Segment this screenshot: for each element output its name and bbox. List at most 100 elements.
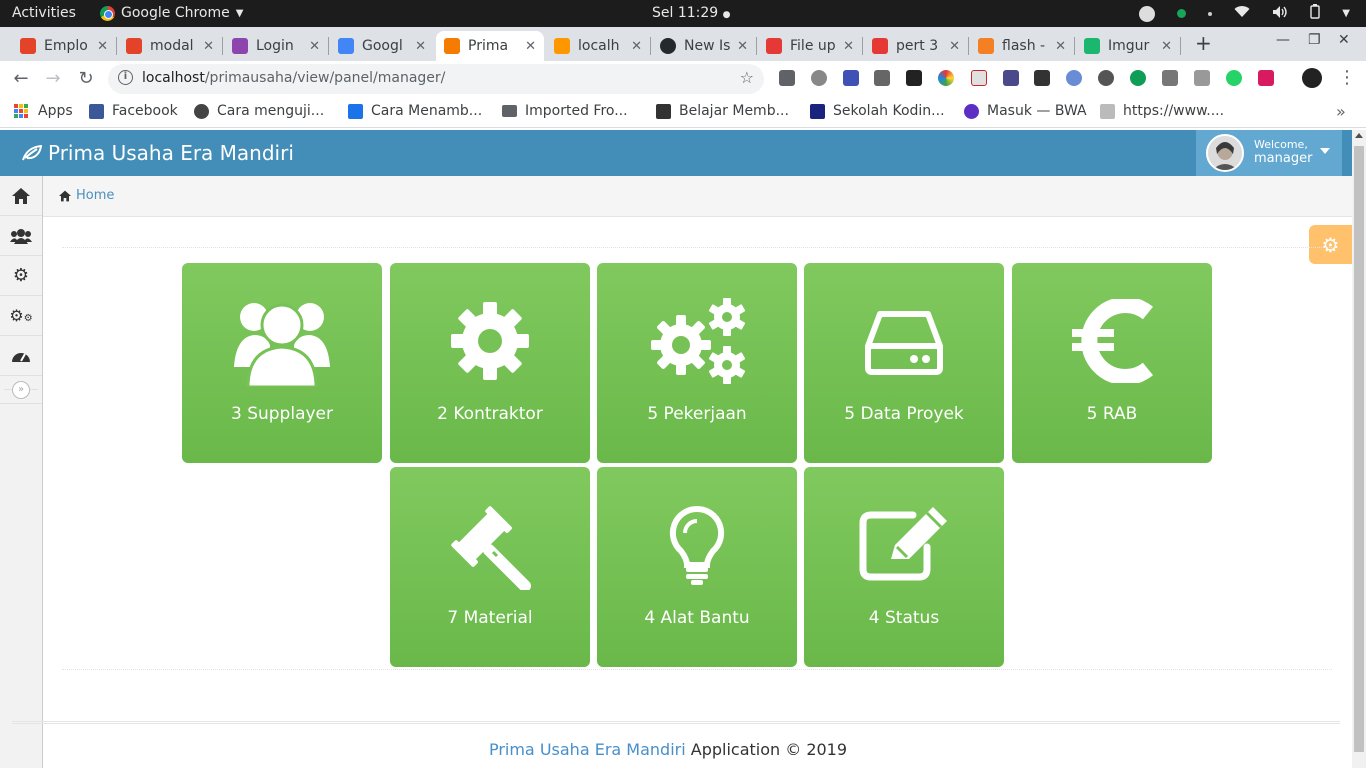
apps-grid-icon [14, 104, 28, 118]
tile-supplayer[interactable]: 3 Supplayer [182, 263, 382, 463]
extension-icon[interactable] [1066, 70, 1082, 86]
brand[interactable]: Prima Usaha Era Mandiri [22, 141, 294, 165]
breadcrumb-home[interactable]: Home [58, 188, 114, 203]
address-bar[interactable]: i localhost/primausaha/view/panel/manage… [108, 64, 764, 94]
bookmark-item[interactable]: Belajar Memb... [656, 103, 789, 119]
bookmark-folder[interactable]: Imported Fro... [502, 103, 628, 119]
tile-status[interactable]: 4 Status [804, 467, 1004, 667]
extension-icon[interactable] [874, 70, 890, 86]
extension-icon[interactable] [971, 70, 987, 86]
bookmark-item[interactable]: Facebook [89, 103, 178, 119]
close-tab-icon[interactable]: ✕ [631, 39, 642, 54]
extension-icon[interactable] [1162, 70, 1178, 86]
app-menu[interactable]: Google Chrome ▼ [100, 5, 243, 21]
maximize-button[interactable]: ❐ [1308, 32, 1321, 48]
clock[interactable]: Sel 11:29 ● [652, 5, 731, 21]
bookmark-label: Masuk — BWA [987, 103, 1087, 119]
browser-tab[interactable]: File up ✕ [758, 31, 862, 61]
scrollbar-thumb[interactable] [1354, 146, 1364, 752]
minimize-button[interactable]: — [1276, 32, 1290, 48]
tile-material[interactable]: 7 Material [390, 467, 590, 667]
activities-button[interactable]: Activities [12, 5, 76, 21]
close-tab-icon[interactable]: ✕ [737, 39, 748, 54]
volume-icon[interactable] [1272, 5, 1288, 23]
close-tab-icon[interactable]: ✕ [97, 39, 108, 54]
sidebar-item-settings[interactable]: ⚙ [0, 256, 42, 296]
scroll-up-arrow-icon[interactable] [1355, 133, 1363, 138]
back-button[interactable]: ← [10, 68, 32, 89]
battery-icon[interactable] [1310, 4, 1320, 23]
extension-icon[interactable] [906, 70, 922, 86]
dropbox-icon[interactable] [1139, 5, 1156, 22]
browser-tab[interactable]: localh ✕ [546, 31, 650, 61]
browser-tab-active[interactable]: Prima ✕ [436, 31, 544, 61]
tile-kontraktor[interactable]: 2 Kontraktor [390, 263, 590, 463]
browser-tab[interactable]: New Is ✕ [652, 31, 756, 61]
tile-pekerjaan[interactable]: 5 Pekerjaan [597, 263, 797, 463]
stackoverflow-icon [978, 38, 994, 54]
info-icon[interactable]: i [118, 70, 133, 85]
extension-icon[interactable] [1003, 70, 1019, 86]
tile-alat-bantu[interactable]: 4 Alat Bantu [597, 467, 797, 667]
browser-tab[interactable]: pert 3 ✕ [864, 31, 968, 61]
close-tab-icon[interactable]: ✕ [949, 39, 960, 54]
extension-icon[interactable] [1098, 70, 1114, 86]
sidebar-item-jobs[interactable]: ⚙⚙ [0, 296, 42, 336]
bookmark-item[interactable]: Masuk — BWA [964, 103, 1087, 119]
bookmark-star-icon[interactable]: ☆ [740, 68, 754, 87]
status-dot-icon[interactable] [1177, 9, 1187, 18]
browser-tab[interactable]: Googl ✕ [330, 31, 434, 61]
system-tray[interactable]: ▼ [1139, 4, 1350, 23]
sidebar-item-dashboard[interactable] [0, 336, 42, 376]
power-menu-icon[interactable]: ▼ [1342, 8, 1350, 19]
bookmark-item[interactable]: Cara Menamb... [348, 103, 482, 119]
extension-icon[interactable] [938, 70, 954, 86]
profile-avatar[interactable] [1302, 68, 1322, 88]
close-tab-icon[interactable]: ✕ [1055, 39, 1066, 54]
close-window-button[interactable]: ✕ [1338, 32, 1350, 48]
tab-title: pert 3 [896, 38, 939, 54]
tile-rab[interactable]: 5 RAB [1012, 263, 1212, 463]
indicator-icon[interactable] [1208, 11, 1213, 16]
ace-settings-button[interactable]: ⚙ [1309, 225, 1352, 264]
browser-tab[interactable]: modal ✕ [118, 31, 222, 61]
url-text[interactable]: localhost/primausaha/view/panel/manager/ [142, 70, 445, 86]
sidebar-collapse-toggle[interactable]: » [0, 376, 42, 404]
close-tab-icon[interactable]: ✕ [525, 39, 536, 54]
extension-icon[interactable] [1130, 70, 1146, 86]
extension-icon[interactable] [1258, 70, 1274, 86]
bookmark-item[interactable]: Cara menguji... [194, 103, 324, 119]
extension-icon[interactable] [1034, 70, 1050, 86]
extension-icon[interactable] [843, 70, 859, 86]
more-bookmarks-icon[interactable]: » [1336, 102, 1346, 121]
close-tab-icon[interactable]: ✕ [309, 39, 320, 54]
close-tab-icon[interactable]: ✕ [1161, 39, 1172, 54]
close-tab-icon[interactable]: ✕ [843, 39, 854, 54]
extension-icon[interactable] [1226, 70, 1242, 86]
close-tab-icon[interactable]: ✕ [203, 39, 214, 54]
reload-button[interactable]: ↻ [75, 68, 97, 89]
extension-icon[interactable] [779, 70, 795, 86]
close-tab-icon[interactable]: ✕ [415, 39, 426, 54]
page-scrollbar[interactable] [1352, 130, 1366, 768]
extension-icon[interactable] [1194, 70, 1210, 86]
sidebar-item-users[interactable] [0, 216, 42, 256]
forward-button[interactable]: → [42, 68, 64, 89]
user-menu[interactable]: Welcome, manager [1196, 130, 1342, 176]
wifi-icon[interactable] [1234, 5, 1250, 22]
leaf-icon [22, 145, 42, 161]
new-tab-button[interactable]: + [1195, 31, 1212, 55]
bookmark-apps[interactable]: Apps [14, 103, 73, 119]
bookmark-item[interactable]: Sekolah Kodin... [810, 103, 945, 119]
tile-data-proyek[interactable]: 5 Data Proyek [804, 263, 1004, 463]
browser-tab[interactable]: Emplo ✕ [12, 31, 116, 61]
browser-tab[interactable]: flash - ✕ [970, 31, 1074, 61]
sidebar-item-home[interactable] [0, 176, 42, 216]
chrome-menu-icon[interactable]: ⋮ [1338, 67, 1356, 88]
browser-tab[interactable]: Login ✕ [224, 31, 328, 61]
breadcrumb-label: Home [76, 188, 115, 203]
browser-tab[interactable]: Imgur ✕ [1076, 31, 1180, 61]
bookmark-item[interactable]: https://www.... [1100, 103, 1224, 119]
extension-icon[interactable] [811, 70, 827, 86]
footer-brand: Prima Usaha Era Mandiri [488, 740, 686, 759]
